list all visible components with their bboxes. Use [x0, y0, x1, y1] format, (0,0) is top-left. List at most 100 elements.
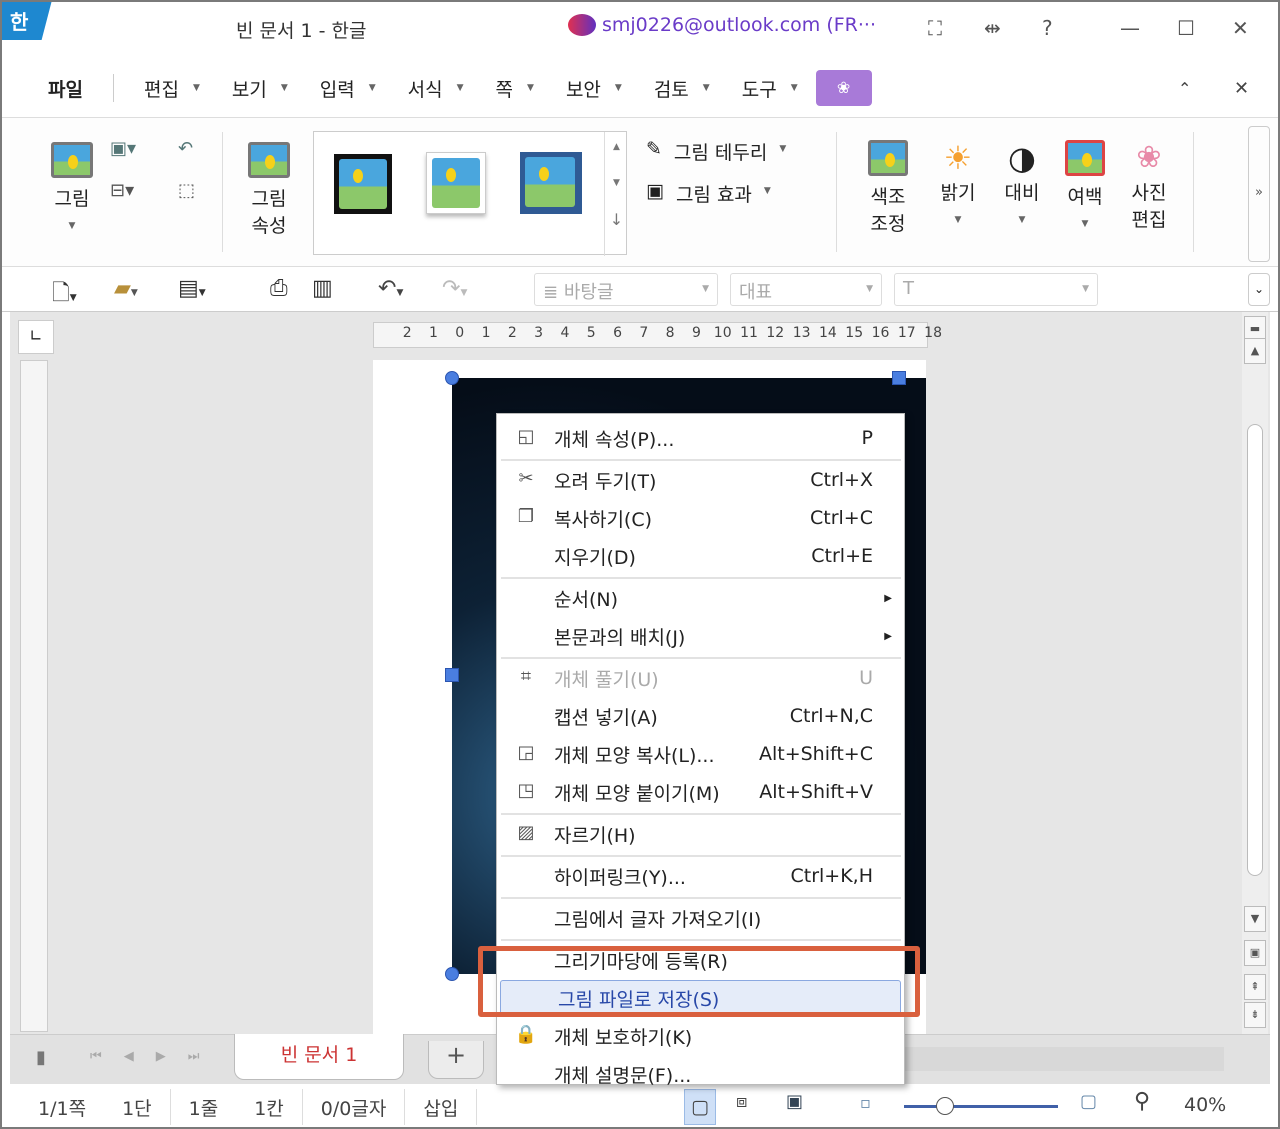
tab-nav-icons[interactable]: ⏮◀▶⏭	[90, 1049, 221, 1064]
redo-icon[interactable]: ↷▼	[442, 276, 467, 301]
gallery-expand-icon[interactable]: ↓	[605, 210, 628, 229]
menu-tools[interactable]: 도구 ▼	[742, 75, 798, 102]
page-view-icon[interactable]: ▣	[1244, 940, 1266, 966]
resize-handle[interactable]	[445, 668, 459, 682]
scroll-up-icon[interactable]: ▲	[1244, 338, 1266, 364]
context-menu-item[interactable]: ⌗ 개체 풀기(U) U	[497, 660, 906, 696]
menu-label: 검토	[653, 78, 689, 101]
undo-icon[interactable]: ↶▼	[378, 276, 403, 301]
font-icon: T	[903, 278, 914, 299]
font-group-combo[interactable]: 대표 ▼	[730, 273, 882, 306]
new-document-icon[interactable]: 🗋▼	[52, 276, 77, 314]
toolbar-more-icon[interactable]: ⌄	[1248, 273, 1270, 306]
menu-page[interactable]: 쪽 ▼	[496, 75, 534, 102]
caret-down-icon: ▼	[702, 284, 709, 294]
prev-page-icon[interactable]: ⇞	[1244, 974, 1266, 1000]
menu-item-label: 개체 설명문(F)...	[554, 1064, 692, 1087]
menu-insert[interactable]: 입력 ▼	[320, 75, 376, 102]
open-folder-icon[interactable]: ▰▼	[114, 276, 138, 301]
context-menu-item[interactable]: ◱ 개체 속성(P)... P	[497, 420, 906, 456]
context-menu-item[interactable]: ❐ 복사하기(C) Ctrl+C	[497, 500, 906, 536]
picture-effect-button[interactable]: ▣ 그림 효과 ▼	[646, 180, 771, 207]
zoom-in-icon[interactable]: ▢	[1080, 1091, 1097, 1112]
rotate-handle[interactable]	[445, 371, 459, 385]
zoom-slider-thumb[interactable]	[936, 1097, 954, 1115]
scroll-thumb[interactable]	[1247, 424, 1263, 876]
zoom-slider[interactable]	[904, 1105, 1058, 1108]
add-tab-button[interactable]: +	[428, 1041, 484, 1079]
help-icon[interactable]: ?	[1042, 16, 1053, 40]
color-adjust-button[interactable]: 색조 조정	[864, 140, 912, 238]
status-mode[interactable]: 삽입	[405, 1094, 476, 1121]
gallery-up-icon[interactable]: ▲	[605, 142, 628, 152]
collapse-ribbon-icon[interactable]: ⌃	[1178, 79, 1191, 98]
magnifier-icon[interactable]: ⚲	[1134, 1089, 1150, 1114]
context-menu-item[interactable]: 그림에서 글자 가져오기(I)	[497, 900, 906, 936]
context-menu-item[interactable]: ✂ 오려 두기(T) Ctrl+X	[497, 462, 906, 498]
fullscreen-icon[interactable]: ⛶	[928, 16, 942, 40]
style-black-frame[interactable]	[334, 154, 392, 214]
print-icon[interactable]: ⎙	[270, 276, 288, 301]
picture-border-button[interactable]: ✎ 그림 테두리 ▼	[646, 138, 786, 165]
style-blue-frame[interactable]	[520, 152, 582, 214]
zoom-out-icon[interactable]: ▫	[860, 1093, 871, 1112]
picture-properties-button[interactable]: 그림 속성	[242, 142, 296, 240]
next-page-icon[interactable]: ⇟	[1244, 1002, 1266, 1028]
context-menu-item[interactable]: ◲ 개체 모양 복사(L)... Alt+Shift+C	[497, 736, 906, 772]
picture-button[interactable]: 그림 ▼	[48, 142, 96, 240]
context-menu-item[interactable]: 하이퍼링크(Y)... Ctrl+K,H	[497, 858, 906, 894]
scroll-down-icon[interactable]: ▼	[1244, 906, 1266, 932]
photo-edit-button[interactable]: ❀ 사진 편집	[1126, 136, 1172, 234]
insert-picture-icon[interactable]: ▣▾	[110, 138, 136, 159]
horizontal-scrollbar[interactable]	[904, 1047, 1224, 1071]
tab-document[interactable]: 빈 문서 1	[234, 1034, 404, 1080]
menu-format[interactable]: 서식 ▼	[408, 75, 464, 102]
minimize-button[interactable]: —	[1120, 16, 1140, 40]
horizontal-ruler[interactable]: 2 1 0 1 2 3 4 5 6 7 8 9 10 11 12 13 14 15 16 17 18	[373, 322, 942, 348]
context-menu-item[interactable]: ▨ 자르기(H)	[497, 816, 906, 852]
context-menu-item[interactable]: 캡션 넣기(A) Ctrl+N,C	[497, 698, 906, 734]
view-normal-icon[interactable]: ▢	[684, 1089, 716, 1125]
context-menu-item[interactable]: 🔒 개체 보호하기(K)	[497, 1018, 906, 1054]
rotate-handle[interactable]	[445, 967, 459, 981]
tab-stop-icon[interactable]: ∟	[18, 320, 54, 354]
replace-picture-icon[interactable]: ↶	[178, 138, 193, 159]
paragraph-style-combo[interactable]: ≣ 바탕글 ▼	[534, 273, 718, 306]
menu-review[interactable]: 검토 ▼	[654, 75, 710, 102]
context-menu-item[interactable]: 지우기(D) Ctrl+E	[497, 538, 906, 574]
page-icon[interactable]: ▮	[36, 1047, 46, 1068]
context-menu-item[interactable]: ◳ 개체 모양 붙이기(M) Alt+Shift+V	[497, 774, 906, 810]
menu-edit[interactable]: 편집 ▼	[144, 75, 200, 102]
contrast-button[interactable]: ◑ 대비 ▼	[1000, 136, 1044, 234]
style-white-frame[interactable]	[426, 152, 486, 214]
close-button[interactable]: ✕	[1232, 16, 1249, 40]
ribbon-more-icon[interactable]: »	[1248, 126, 1270, 262]
arrange-icon[interactable]: ⊟▾	[110, 180, 134, 201]
close-ribbon-icon[interactable]: ✕	[1234, 78, 1249, 99]
vertical-scrollbar[interactable]: ▬ ▲ ▼ ▣ ⇞ ⇟	[1242, 312, 1268, 1034]
menu-file[interactable]: 파일	[48, 75, 83, 102]
account-button[interactable]: smj0226@outlook.com (FR···	[568, 14, 876, 36]
menu-label: 서식	[407, 78, 443, 101]
brightness-button[interactable]: ☀ 밝기 ▼	[936, 136, 980, 234]
context-menu-item[interactable]: 순서(N) ▶	[497, 580, 906, 616]
print-preview-icon[interactable]: ▥	[312, 276, 333, 301]
margin-button[interactable]: 여백 ▼	[1062, 140, 1108, 238]
split-view-icon[interactable]: ⇹	[984, 16, 1001, 40]
context-menu-item[interactable]: 개체 설명문(F)...	[497, 1056, 906, 1092]
maximize-button[interactable]: ☐	[1177, 16, 1195, 40]
save-icon[interactable]: ▤▼	[178, 276, 206, 301]
vertical-ruler[interactable]	[20, 360, 48, 1032]
picture-context-tab-icon[interactable]: ❀	[815, 70, 872, 106]
menu-security[interactable]: 보안 ▼	[566, 75, 622, 102]
zoom-level[interactable]: 40%	[1184, 1094, 1226, 1116]
view-width-icon[interactable]: ⧈	[736, 1091, 747, 1112]
resize-handle[interactable]	[892, 371, 906, 385]
font-combo[interactable]: T ▼	[894, 273, 1098, 306]
menu-view[interactable]: 보기 ▼	[232, 75, 288, 102]
view-page-icon[interactable]: ▣	[786, 1091, 803, 1112]
gallery-scroll[interactable]: ▲ ▼ ↓	[604, 132, 628, 256]
select-icon[interactable]: ⬚	[178, 180, 195, 201]
context-menu-item[interactable]: 본문과의 배치(J) ▶	[497, 618, 906, 654]
gallery-down-icon[interactable]: ▼	[605, 178, 628, 188]
